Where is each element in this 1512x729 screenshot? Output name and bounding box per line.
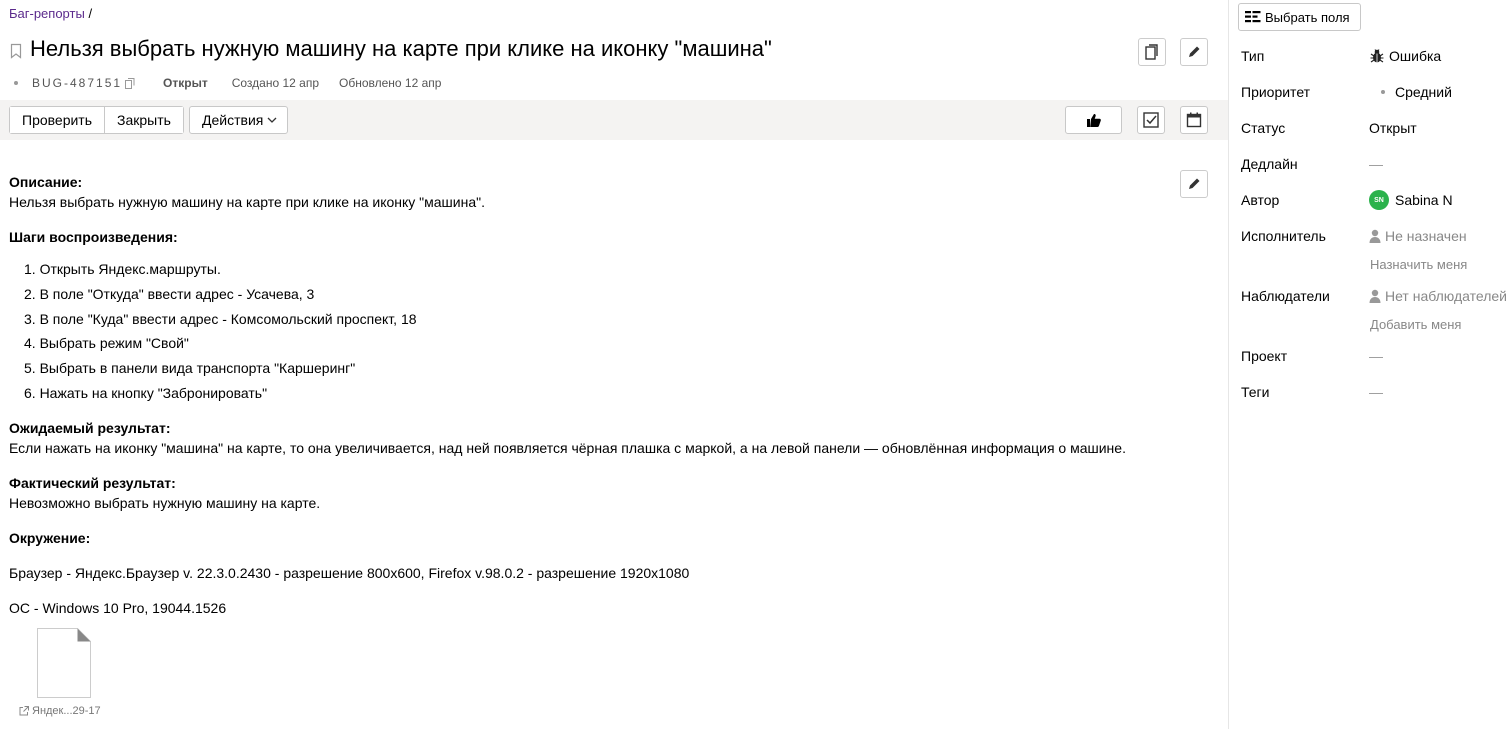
assignee-value: Не назначен xyxy=(1385,228,1467,244)
user-icon xyxy=(1369,289,1381,303)
created-date: Создано 12 апр xyxy=(231,76,319,90)
breadcrumb: Баг-репорты / xyxy=(9,6,92,21)
breadcrumb-separator: / xyxy=(88,6,93,21)
description-heading: Описание: xyxy=(9,174,83,190)
assignee-field[interactable]: Не назначен xyxy=(1369,228,1467,244)
type-label: Тип xyxy=(1241,48,1265,64)
environment-heading: Окружение: xyxy=(9,529,91,546)
steps-list: 1. Открыть Яндекс.маршруты. 2. В поле "О… xyxy=(9,259,1169,408)
author-label: Автор xyxy=(1241,192,1280,208)
copy-icon xyxy=(1145,44,1158,60)
bookmark-icon[interactable] xyxy=(10,43,22,59)
issue-description: Описание: Нельзя выбрать нужную машину н… xyxy=(9,172,1169,633)
thumbs-up-icon xyxy=(1086,113,1101,127)
assign-me-link[interactable]: Назначить меня xyxy=(1370,257,1467,272)
like-button[interactable] xyxy=(1065,106,1122,134)
status-label: Статус xyxy=(1241,120,1286,136)
copy-link-button[interactable] xyxy=(1138,38,1166,66)
step-item: 2. В поле "Откуда" ввести адрес - Усачев… xyxy=(24,285,315,302)
watchers-field[interactable]: Нет наблюдателей xyxy=(1369,288,1507,304)
issue-toolbar: Проверить Закрыть Действия xyxy=(0,100,1228,140)
pencil-icon xyxy=(1189,46,1200,57)
priority-label: Приоритет xyxy=(1241,84,1311,100)
actual-heading: Фактический результат: xyxy=(9,474,176,491)
issue-title: Нельзя выбрать нужную машину на карте пр… xyxy=(30,36,772,61)
step-item: 6. Нажать на кнопку "Забронировать" xyxy=(24,384,268,401)
step-item: 4. Выбрать режим "Свой" xyxy=(24,335,189,352)
expected-heading: Ожидаемый результат: xyxy=(9,419,171,436)
pick-fields-label: Выбрать поля xyxy=(1265,9,1350,25)
issue-main-panel: Баг-репорты / Нельзя выбрать нужную маши… xyxy=(0,0,1228,729)
step-item: 1. Открыть Яндекс.маршруты. xyxy=(24,261,221,277)
checklist-button[interactable] xyxy=(1137,106,1165,134)
calendar-button[interactable] xyxy=(1180,106,1208,134)
bug-icon xyxy=(1370,49,1384,63)
description-text: Нельзя выбрать нужную машину на карте пр… xyxy=(9,194,485,210)
attachment-link[interactable]: Яндек...29-17 xyxy=(19,705,101,717)
priority-field[interactable]: Средний xyxy=(1369,84,1452,100)
step-item: 3. В поле "Куда" ввести адрес - Комсомол… xyxy=(24,310,417,327)
actions-dropdown[interactable]: Действия xyxy=(189,106,289,134)
priority-dot xyxy=(1381,90,1385,94)
edit-title-button[interactable] xyxy=(1180,38,1208,66)
title-row: Нельзя выбрать нужную машину на карте пр… xyxy=(10,36,772,62)
edit-description-button[interactable] xyxy=(1180,170,1208,198)
meta-dot xyxy=(14,81,18,85)
pencil-icon xyxy=(1189,178,1200,189)
calendar-icon xyxy=(1186,112,1202,128)
environment-os: ОС - Windows 10 Pro, 19044.1526 xyxy=(9,599,227,616)
tags-label: Теги xyxy=(1241,384,1270,400)
add-me-link[interactable]: Добавить меня xyxy=(1370,317,1461,332)
expected-text: Если нажать на иконку "машина" на карте,… xyxy=(9,439,1126,456)
chevron-down-icon xyxy=(267,117,277,123)
actual-text: Невозможно выбрать нужную машину на карт… xyxy=(9,494,321,511)
file-icon[interactable] xyxy=(37,628,91,698)
tags-field[interactable]: — xyxy=(1369,384,1383,400)
pick-fields-button[interactable]: Выбрать поля xyxy=(1238,3,1361,31)
type-field[interactable]: Ошибка xyxy=(1369,48,1441,64)
issue-meta: BUG-487151 Открыт Создано 12 апр Обновле… xyxy=(14,76,441,90)
copy-key-icon[interactable] xyxy=(125,77,135,89)
checkbox-icon xyxy=(1143,112,1159,128)
updated-date: Обновлено 12 апр xyxy=(339,76,442,90)
fields-list-icon xyxy=(1245,11,1261,23)
deadline-label: Дедлайн xyxy=(1241,156,1298,172)
step-item: 5. Выбрать в панели вида транспорта "Кар… xyxy=(24,360,356,377)
avatar: SN xyxy=(1369,190,1389,210)
project-field[interactable]: — xyxy=(1369,348,1383,364)
actions-label: Действия xyxy=(202,112,264,128)
watchers-value: Нет наблюдателей xyxy=(1385,288,1508,304)
steps-heading: Шаги воспроизведения: xyxy=(9,229,178,245)
check-button[interactable]: Проверить xyxy=(10,107,105,133)
transition-buttons: Проверить Закрыть xyxy=(9,106,184,134)
user-icon xyxy=(1369,229,1381,243)
tags-value: — xyxy=(1369,384,1383,400)
environment-browser: Браузер - Яндекс.Браузер v. 22.3.0.2430 … xyxy=(9,564,690,581)
author-value: Sabina N xyxy=(1395,192,1453,208)
type-value: Ошибка xyxy=(1389,48,1442,64)
project-value: — xyxy=(1369,348,1383,364)
watchers-label: Наблюдатели xyxy=(1241,288,1330,304)
deadline-field[interactable]: — xyxy=(1369,156,1383,172)
close-button[interactable]: Закрыть xyxy=(104,107,183,133)
status-field[interactable]: Открыт xyxy=(1369,120,1417,136)
breadcrumb-queue-link[interactable]: Баг-репорты xyxy=(9,6,85,21)
project-label: Проект xyxy=(1241,348,1288,364)
priority-value: Средний xyxy=(1395,84,1452,100)
deadline-value: — xyxy=(1369,156,1383,172)
assignee-label: Исполнитель xyxy=(1241,228,1326,244)
status-badge: Открыт xyxy=(163,76,208,90)
issue-properties-sidebar: Выбрать поля Тип Ошибка Приоритет Средни… xyxy=(1228,0,1512,729)
status-value: Открыт xyxy=(1369,120,1417,136)
external-link-icon xyxy=(19,706,29,716)
issue-key[interactable]: BUG-487151 xyxy=(32,76,122,90)
attachment-name: Яндек...29-17 xyxy=(32,705,101,717)
author-field[interactable]: SN Sabina N xyxy=(1369,190,1453,210)
